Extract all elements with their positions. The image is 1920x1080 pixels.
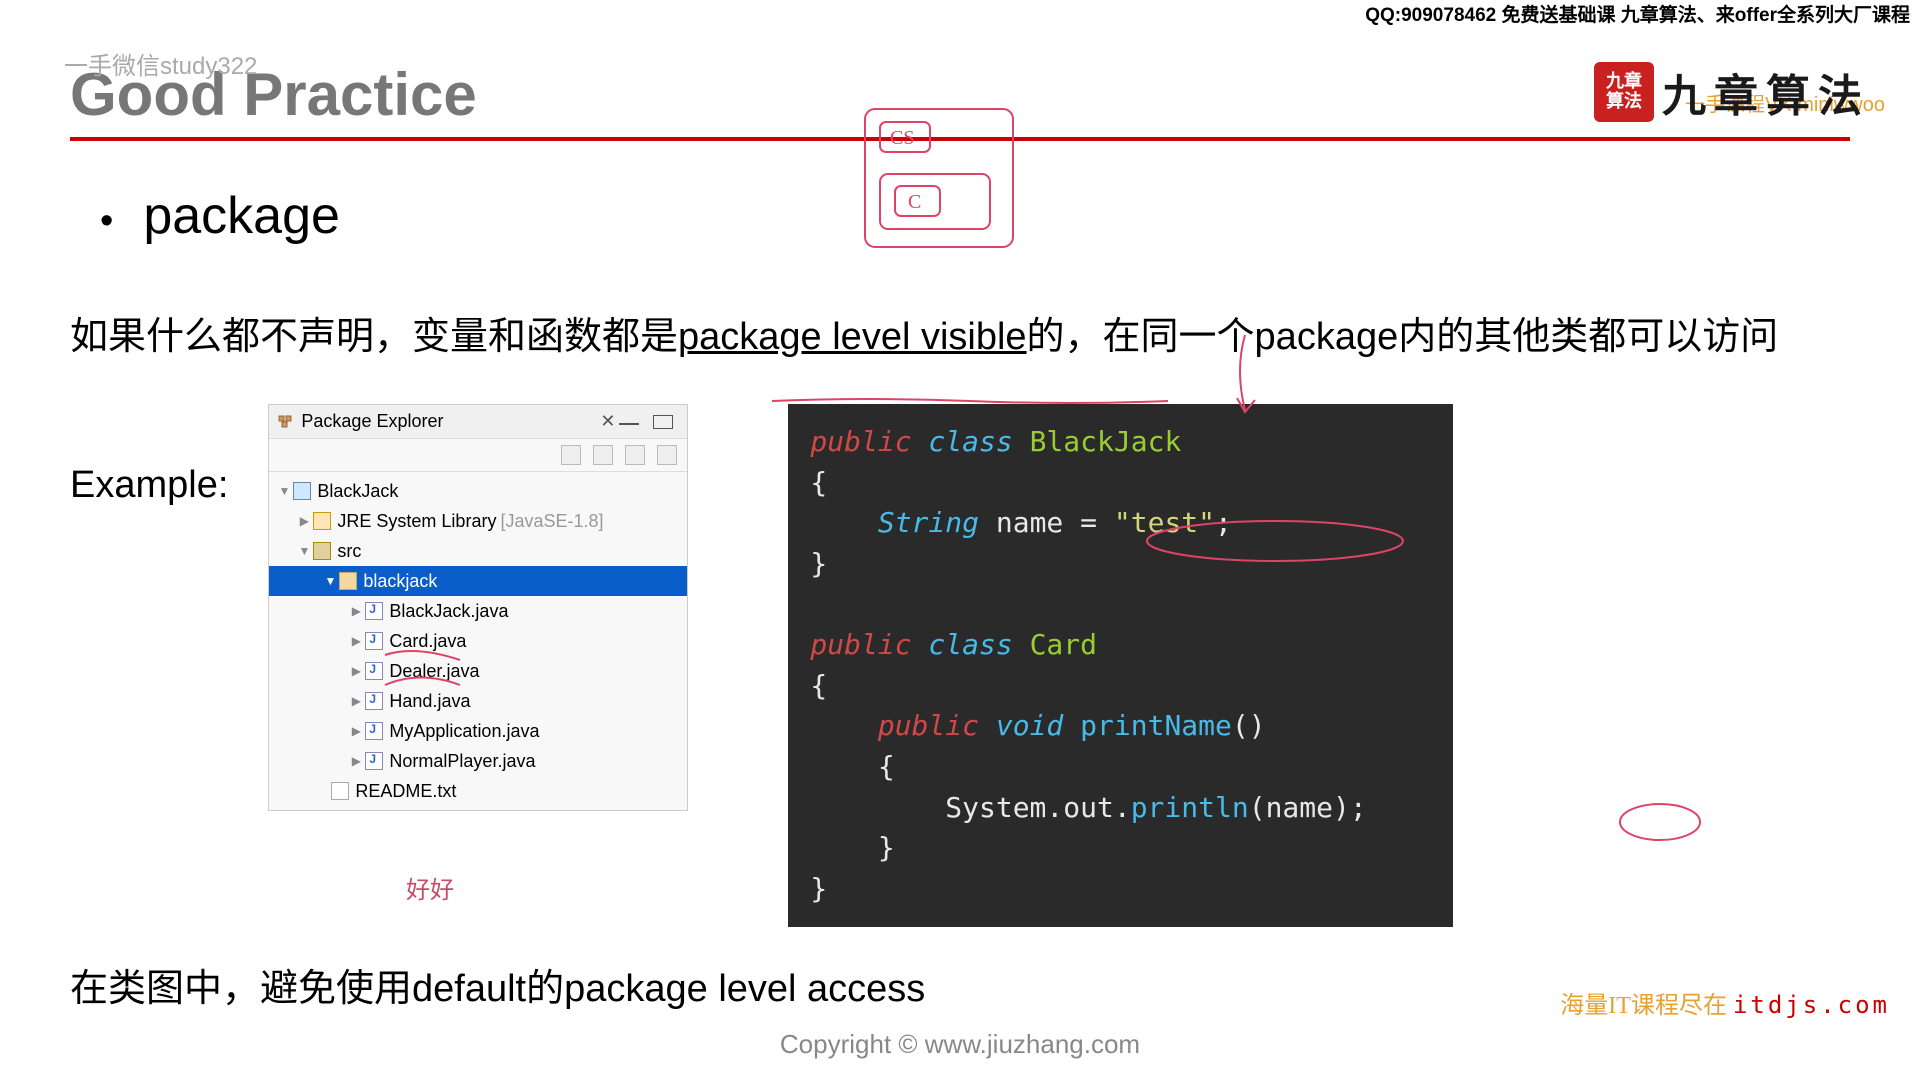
minimize-icon[interactable] xyxy=(619,415,639,425)
tree-src[interactable]: ▼src xyxy=(269,536,687,566)
explorer-icon xyxy=(277,413,295,431)
tree-file[interactable]: ▶Hand.java xyxy=(269,686,687,716)
code-block: public class BlackJack { String name = "… xyxy=(788,404,1453,927)
logo: 九章 算法 九章算法 xyxy=(1594,60,1870,124)
body-p1-a: 如果什么都不声明，变量和函数都是 xyxy=(70,316,678,358)
source-folder-icon xyxy=(313,542,331,560)
explorer-tree: ▼BlackJack ▶JRE System Library[JavaSE-1.… xyxy=(269,472,687,810)
example-label: Example: xyxy=(70,464,228,507)
title-rule xyxy=(70,137,1850,141)
hand-note: 好好 xyxy=(406,870,454,905)
code-line: String name = "test"; xyxy=(810,503,1431,544)
java-file-icon xyxy=(365,752,383,770)
maximize-icon[interactable] xyxy=(653,415,673,429)
java-file-icon xyxy=(365,602,383,620)
tree-label: Dealer.java xyxy=(389,661,479,682)
text-file-icon xyxy=(331,782,349,800)
tree-label: README.txt xyxy=(355,781,456,802)
code-line: public void printName() xyxy=(810,706,1431,747)
explorer-close-icon[interactable]: ✕ xyxy=(596,411,619,432)
bullet-dot: • xyxy=(100,200,113,243)
tree-file[interactable]: ▶MyApplication.java xyxy=(269,716,687,746)
code-line: public class BlackJack xyxy=(810,422,1431,463)
project-icon xyxy=(293,482,311,500)
window-buttons xyxy=(619,415,679,429)
tree-label: Hand.java xyxy=(389,691,470,712)
collapse-all-icon[interactable] xyxy=(561,445,581,465)
tree-label: NormalPlayer.java xyxy=(389,751,535,772)
tree-label: blackjack xyxy=(363,571,437,592)
code-line: } xyxy=(810,869,1431,910)
tree-package[interactable]: ▼blackjack xyxy=(269,566,687,596)
copyright: Copyright © www.jiuzhang.com xyxy=(0,1029,1920,1060)
tree-file[interactable]: ▶BlackJack.java xyxy=(269,596,687,626)
tree-file[interactable]: ▶Card.java xyxy=(269,626,687,656)
explorer-title: Package Explorer xyxy=(301,411,596,432)
code-line: public class Card xyxy=(810,625,1431,666)
top-banner: QQ:909078462 免费送基础课 九章算法、来offer全系列大厂课程 xyxy=(1365,0,1910,27)
tree-label: JRE System Library xyxy=(337,511,496,532)
java-file-icon xyxy=(365,692,383,710)
watermark-br-text: 海量IT课程尽在 xyxy=(1560,993,1727,1019)
tree-jre[interactable]: ▶JRE System Library[JavaSE-1.8] xyxy=(269,506,687,536)
logo-seal: 九章 算法 xyxy=(1594,62,1654,122)
package-explorer: Package Explorer ✕ ▼BlackJack ▶JRE Syste… xyxy=(268,404,688,811)
tree-label: BlackJack.java xyxy=(389,601,508,622)
tree-label: src xyxy=(337,541,361,562)
body-p1-underline: package level visible xyxy=(678,316,1027,358)
java-file-icon xyxy=(365,632,383,650)
body-p1-b: 的，在同一个package内的其他类都可以访问 xyxy=(1027,316,1779,358)
logo-text: 九章算法 xyxy=(1662,60,1870,124)
body-paragraph-1: 如果什么都不声明，变量和函数都是package level visible的，在… xyxy=(70,311,1850,364)
watermark-br-domain: itdjs.com xyxy=(1733,991,1890,1019)
tree-file[interactable]: ▶Dealer.java xyxy=(269,656,687,686)
watermark-top-left: 一手微信study322 xyxy=(64,46,257,81)
jre-version: [JavaSE-1.8] xyxy=(500,511,603,532)
slide-title: Good Practice xyxy=(70,60,1850,129)
explorer-toolbar xyxy=(269,439,687,472)
tree-label: BlackJack xyxy=(317,481,398,502)
code-line: { xyxy=(810,747,1431,788)
code-line: System.out.println(name); xyxy=(810,788,1431,829)
example-row: Example: Package Explorer ✕ ▼B xyxy=(70,404,1850,927)
code-line xyxy=(810,585,1431,626)
code-line: } xyxy=(810,544,1431,585)
code-line: } xyxy=(810,828,1431,869)
logo-seal-l1: 九章 xyxy=(1606,72,1642,92)
tree-label: MyApplication.java xyxy=(389,721,539,742)
explorer-header: Package Explorer ✕ xyxy=(269,405,687,439)
focus-icon[interactable] xyxy=(625,445,645,465)
link-editor-icon[interactable] xyxy=(593,445,613,465)
library-icon xyxy=(313,512,331,530)
slide-content: Good Practice • package 如果什么都不声明，变量和函数都是… xyxy=(0,0,1920,1012)
tree-file[interactable]: ▶NormalPlayer.java xyxy=(269,746,687,776)
package-icon xyxy=(339,572,357,590)
code-line: { xyxy=(810,666,1431,707)
bullet-row: • package xyxy=(100,186,1850,246)
bullet-text: package xyxy=(143,186,340,246)
tree-label: Card.java xyxy=(389,631,466,652)
tree-readme[interactable]: README.txt xyxy=(269,776,687,806)
view-menu-icon[interactable] xyxy=(657,445,677,465)
tree-project[interactable]: ▼BlackJack xyxy=(269,476,687,506)
java-file-icon xyxy=(365,662,383,680)
java-file-icon xyxy=(365,722,383,740)
code-line: { xyxy=(810,463,1431,504)
logo-seal-l2: 算法 xyxy=(1606,92,1642,112)
watermark-bottom-right: 海量IT课程尽在 itdjs.com xyxy=(1560,985,1890,1020)
